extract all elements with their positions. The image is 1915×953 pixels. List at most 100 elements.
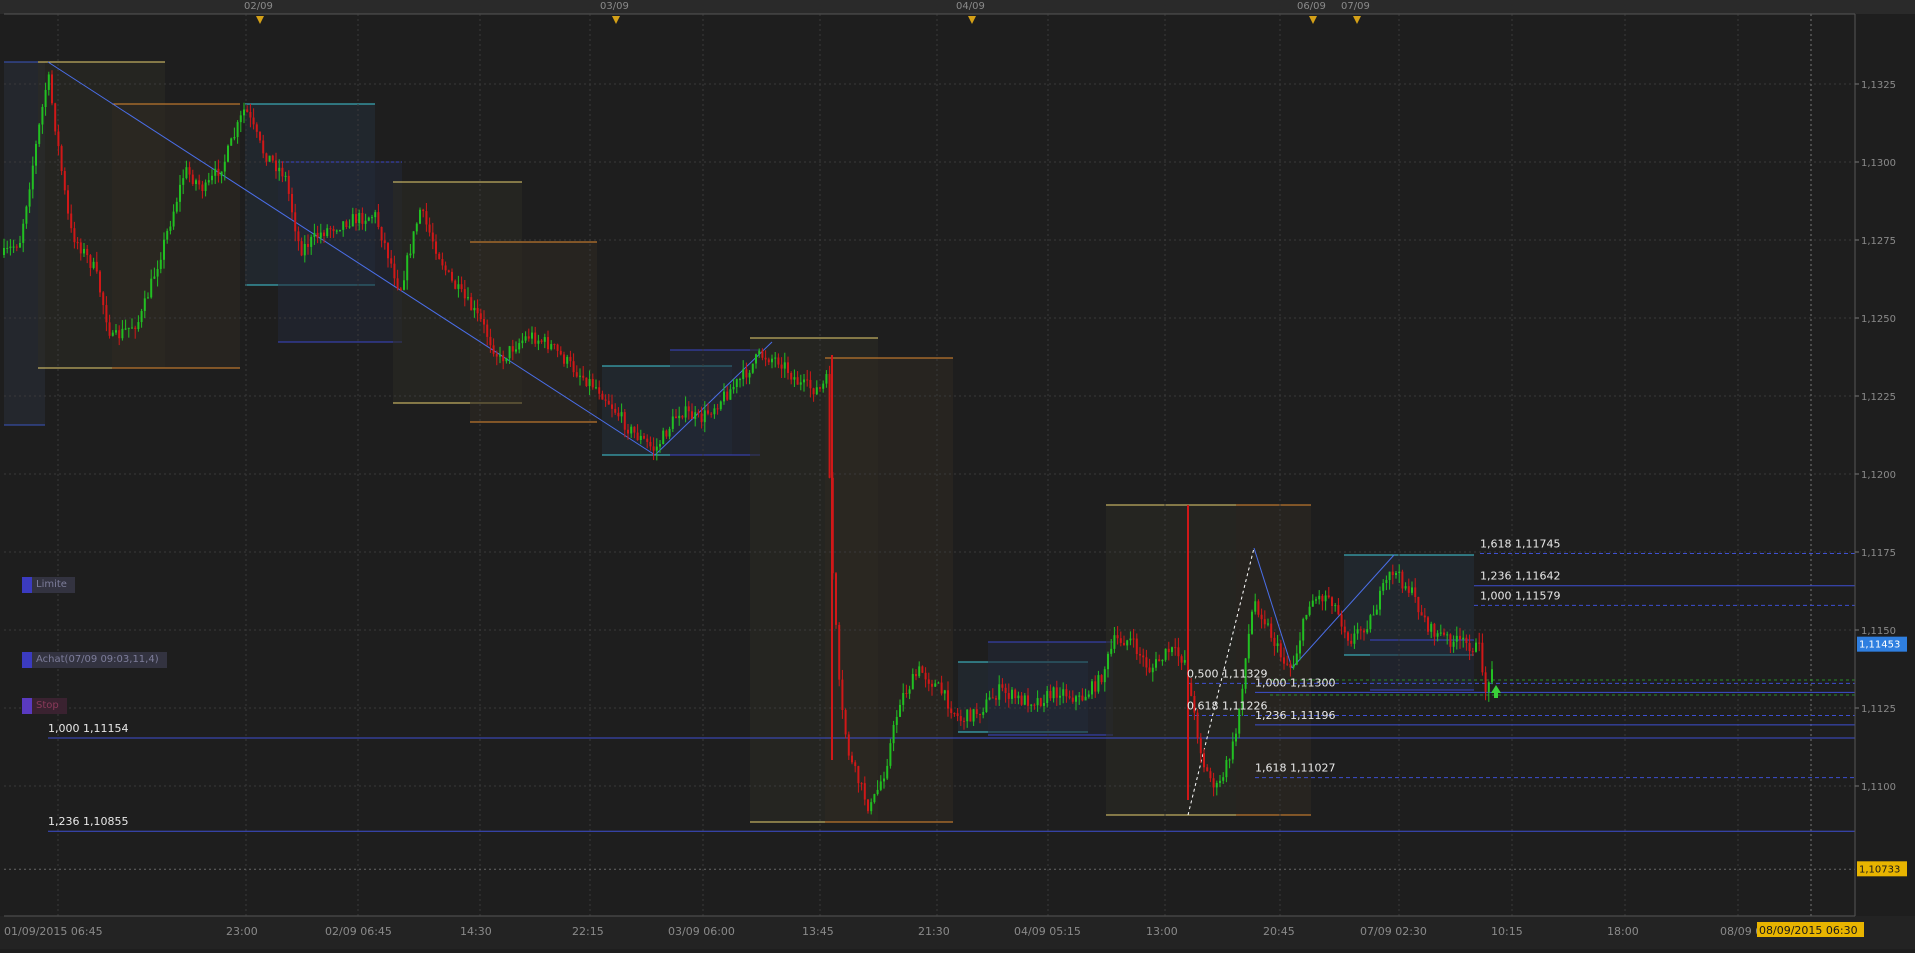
candle-body — [783, 362, 786, 369]
candle-body — [489, 336, 492, 346]
candle-body — [675, 416, 677, 419]
candle-body — [611, 404, 613, 409]
candle-body — [559, 350, 562, 355]
candle-body — [1443, 632, 1445, 635]
candle-body — [1001, 684, 1004, 688]
candle-body — [70, 213, 73, 229]
end-time-label: 08/09/2015 06:30 — [1759, 924, 1858, 937]
candle-body — [467, 297, 469, 299]
candle-body — [1270, 623, 1273, 638]
candle-body — [556, 344, 559, 351]
candle-body — [1427, 617, 1429, 632]
candle-body — [1433, 623, 1436, 637]
candle-body — [982, 711, 985, 715]
x-tick-label: 07/09 02:30 — [1360, 925, 1427, 938]
candle-body — [291, 193, 293, 213]
candle-body — [751, 363, 754, 373]
candle-body — [454, 280, 457, 289]
candle-body — [1283, 657, 1285, 664]
candle-body — [1331, 597, 1333, 606]
candle-body — [195, 180, 197, 185]
candle-body — [342, 221, 345, 230]
candle-body — [111, 332, 114, 336]
candle-body — [127, 327, 130, 329]
candle-body — [1011, 689, 1013, 699]
candle-body — [89, 255, 92, 268]
candle-body — [732, 386, 735, 390]
candle-body — [51, 74, 53, 104]
candle-body — [348, 226, 351, 228]
candle-body — [1235, 733, 1237, 742]
candle-body — [841, 679, 844, 711]
candle-body — [876, 789, 879, 795]
candle-body — [422, 209, 425, 212]
candle-body — [1260, 614, 1263, 620]
candle-body — [895, 716, 898, 725]
candle-body — [649, 441, 652, 447]
candle-body — [38, 124, 41, 144]
candle-body — [326, 228, 329, 237]
candle-body — [335, 230, 338, 232]
stop-order-tag[interactable]: Stop — [22, 698, 67, 714]
candle-body — [259, 131, 261, 141]
y-tick-label: 1,1275 — [1861, 236, 1896, 247]
candle-body — [543, 337, 546, 342]
candle-body — [940, 682, 943, 694]
candle-body — [310, 236, 313, 247]
candle-body — [236, 122, 239, 138]
candle-body — [508, 346, 511, 359]
candle-body — [758, 350, 761, 355]
candle-body — [1379, 590, 1381, 610]
candle-body — [1190, 682, 1193, 696]
candle-body — [1385, 579, 1388, 584]
candle-body — [1014, 689, 1017, 699]
buy-order-tag[interactable]: Achat(07/09 09:03,11,4) — [22, 652, 167, 668]
candle-body — [1372, 614, 1375, 616]
candle-body — [665, 430, 668, 437]
day-marker-label: 02/09 — [244, 1, 273, 12]
candle-body — [239, 115, 242, 123]
candle-body — [838, 624, 841, 680]
candle-body — [332, 229, 335, 232]
price-chart[interactable]: 1,618 1,11745 1,236 1,11642 1,000 1,11579 0… — [0, 0, 1915, 949]
candle-body — [1043, 703, 1045, 706]
fib-level-label: 1,236 1,10855 — [48, 815, 128, 828]
candle-body — [1430, 623, 1433, 632]
candle-body — [1062, 689, 1065, 696]
candle-body — [1228, 759, 1231, 761]
y-tick-label: 1,1150 — [1861, 626, 1896, 637]
candle-body — [1359, 629, 1362, 631]
candle-body — [252, 117, 255, 125]
candle-body — [451, 271, 453, 281]
candle-body — [1023, 695, 1026, 705]
candle-body — [201, 184, 204, 192]
candle-body — [1020, 695, 1023, 705]
candle-body — [857, 766, 860, 784]
x-tick-label: 10:15 — [1491, 925, 1523, 938]
candle-body — [527, 336, 530, 339]
candle-body — [492, 345, 495, 354]
candle-body — [668, 428, 671, 437]
candle-body — [959, 716, 962, 721]
candle-body — [867, 799, 869, 812]
candle-body — [995, 698, 997, 700]
candle-body — [1420, 612, 1423, 616]
candle-body — [86, 248, 89, 256]
candle-body — [835, 573, 837, 625]
candle-body — [1484, 672, 1487, 693]
candle-body — [415, 223, 418, 232]
candle-body — [1215, 782, 1218, 788]
candle-body — [262, 140, 265, 154]
chart-canvas[interactable]: 1,618 1,11745 1,236 1,11642 1,000 1,11579 0… — [0, 0, 1915, 949]
candle-body — [460, 284, 463, 290]
candle-body — [1177, 647, 1180, 657]
candle-body — [403, 280, 405, 290]
limit-order-tag[interactable]: Limite — [22, 577, 75, 593]
candle-body — [1132, 638, 1135, 640]
candle-body — [1487, 682, 1490, 693]
candle-body — [908, 689, 911, 694]
candle-body — [447, 270, 450, 272]
candle-body — [1222, 777, 1225, 781]
candle-body — [623, 412, 626, 430]
candle-body — [1452, 641, 1455, 647]
